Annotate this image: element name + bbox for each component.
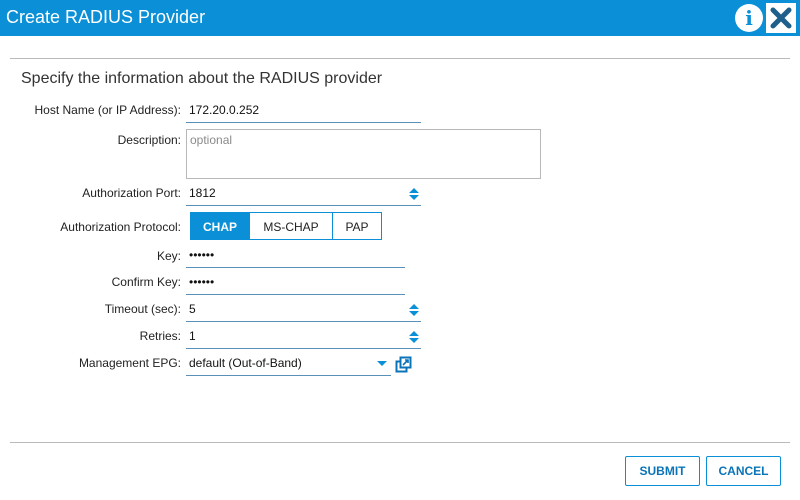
protocol-option-ms-chap[interactable]: MS-CHAP xyxy=(249,212,333,240)
timeout-value: 5 xyxy=(189,302,196,316)
info-icon[interactable]: i xyxy=(735,4,763,32)
description-field[interactable]: optional xyxy=(186,129,541,179)
authorization-port-label: Authorization Port: xyxy=(82,186,181,200)
host-name-label: Host Name (or IP Address): xyxy=(34,103,182,117)
retries-label: Retries: xyxy=(139,329,181,343)
timeout-label: Timeout (sec): xyxy=(104,302,181,316)
management-epg-label: Management EPG: xyxy=(78,356,181,370)
top-divider xyxy=(10,58,790,59)
host-name-field[interactable]: 172.20.0.252 xyxy=(186,101,421,123)
section-title: Specify the information about the RADIUS… xyxy=(21,70,383,87)
confirm-key-label: Confirm Key: xyxy=(111,275,181,289)
host-name-value: 172.20.0.252 xyxy=(189,103,260,117)
dialog-titlebar: Create RADIUS Provider i xyxy=(0,0,800,36)
description-label: Description: xyxy=(117,133,181,147)
authorization-port-field[interactable]: 1812 xyxy=(186,184,421,206)
dialog-title: Create RADIUS Provider xyxy=(6,7,206,27)
popout-icon[interactable] xyxy=(395,356,412,373)
key-value: •••••• xyxy=(189,248,215,262)
authorization-protocol-label: Authorization Protocol: xyxy=(60,220,181,234)
cancel-button[interactable]: CANCEL xyxy=(706,456,781,486)
close-button[interactable] xyxy=(766,3,796,33)
retries-value: 1 xyxy=(189,329,196,343)
chevron-down-icon xyxy=(377,361,387,366)
retries-field[interactable]: 1 xyxy=(186,327,421,349)
stepper-icon[interactable] xyxy=(409,330,419,344)
stepper-icon[interactable] xyxy=(409,303,419,317)
key-label: Key: xyxy=(156,249,181,263)
authorization-port-value: 1812 xyxy=(189,186,216,200)
key-field[interactable]: •••••• xyxy=(186,246,405,268)
bottom-divider xyxy=(10,442,790,443)
description-placeholder: optional xyxy=(190,133,233,147)
timeout-field[interactable]: 5 xyxy=(186,300,421,322)
close-icon xyxy=(770,7,792,29)
management-epg-value: default (Out-of-Band) xyxy=(189,356,302,370)
stepper-icon[interactable] xyxy=(409,187,419,201)
protocol-option-chap[interactable]: CHAP xyxy=(190,212,250,240)
confirm-key-value: •••••• xyxy=(189,275,215,289)
management-epg-select[interactable]: default (Out-of-Band) xyxy=(186,354,391,376)
confirm-key-field[interactable]: •••••• xyxy=(186,273,405,295)
protocol-option-pap[interactable]: PAP xyxy=(332,212,382,240)
submit-button[interactable]: SUBMIT xyxy=(625,456,700,486)
